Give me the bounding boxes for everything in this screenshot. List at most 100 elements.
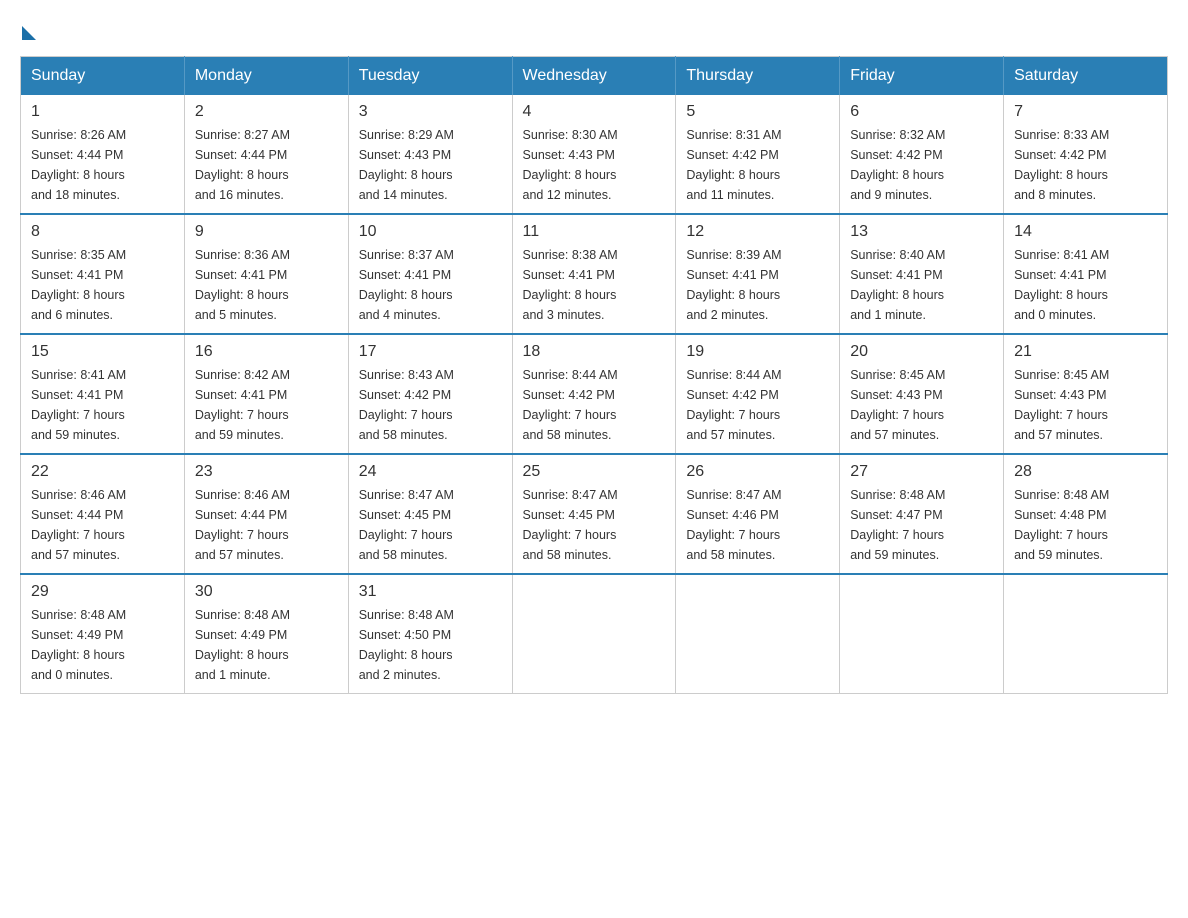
day-number: 2 [195, 103, 338, 121]
day-number: 7 [1014, 103, 1157, 121]
calendar-cell: 14 Sunrise: 8:41 AM Sunset: 4:41 PM Dayl… [1004, 214, 1168, 334]
day-info: Sunrise: 8:26 AM Sunset: 4:44 PM Dayligh… [31, 125, 174, 205]
day-number: 29 [31, 583, 174, 601]
calendar-cell: 5 Sunrise: 8:31 AM Sunset: 4:42 PM Dayli… [676, 95, 840, 214]
calendar-cell: 20 Sunrise: 8:45 AM Sunset: 4:43 PM Dayl… [840, 334, 1004, 454]
weekday-header-tuesday: Tuesday [348, 57, 512, 96]
calendar-cell: 8 Sunrise: 8:35 AM Sunset: 4:41 PM Dayli… [21, 214, 185, 334]
calendar-week-row: 15 Sunrise: 8:41 AM Sunset: 4:41 PM Dayl… [21, 334, 1168, 454]
day-info: Sunrise: 8:45 AM Sunset: 4:43 PM Dayligh… [850, 365, 993, 445]
day-info: Sunrise: 8:38 AM Sunset: 4:41 PM Dayligh… [523, 245, 666, 325]
day-number: 24 [359, 463, 502, 481]
calendar-cell: 23 Sunrise: 8:46 AM Sunset: 4:44 PM Dayl… [184, 454, 348, 574]
day-number: 20 [850, 343, 993, 361]
day-number: 6 [850, 103, 993, 121]
day-info: Sunrise: 8:29 AM Sunset: 4:43 PM Dayligh… [359, 125, 502, 205]
day-info: Sunrise: 8:48 AM Sunset: 4:47 PM Dayligh… [850, 485, 993, 565]
day-info: Sunrise: 8:37 AM Sunset: 4:41 PM Dayligh… [359, 245, 502, 325]
calendar-cell [676, 574, 840, 694]
day-info: Sunrise: 8:47 AM Sunset: 4:46 PM Dayligh… [686, 485, 829, 565]
day-info: Sunrise: 8:47 AM Sunset: 4:45 PM Dayligh… [359, 485, 502, 565]
calendar-cell: 3 Sunrise: 8:29 AM Sunset: 4:43 PM Dayli… [348, 95, 512, 214]
day-number: 10 [359, 223, 502, 241]
day-info: Sunrise: 8:41 AM Sunset: 4:41 PM Dayligh… [31, 365, 174, 445]
day-info: Sunrise: 8:27 AM Sunset: 4:44 PM Dayligh… [195, 125, 338, 205]
calendar-cell: 12 Sunrise: 8:39 AM Sunset: 4:41 PM Dayl… [676, 214, 840, 334]
calendar-cell: 29 Sunrise: 8:48 AM Sunset: 4:49 PM Dayl… [21, 574, 185, 694]
day-number: 17 [359, 343, 502, 361]
calendar-cell: 10 Sunrise: 8:37 AM Sunset: 4:41 PM Dayl… [348, 214, 512, 334]
day-number: 12 [686, 223, 829, 241]
day-number: 21 [1014, 343, 1157, 361]
calendar-cell: 30 Sunrise: 8:48 AM Sunset: 4:49 PM Dayl… [184, 574, 348, 694]
day-info: Sunrise: 8:36 AM Sunset: 4:41 PM Dayligh… [195, 245, 338, 325]
weekday-header-monday: Monday [184, 57, 348, 96]
day-info: Sunrise: 8:31 AM Sunset: 4:42 PM Dayligh… [686, 125, 829, 205]
calendar-cell: 1 Sunrise: 8:26 AM Sunset: 4:44 PM Dayli… [21, 95, 185, 214]
day-info: Sunrise: 8:39 AM Sunset: 4:41 PM Dayligh… [686, 245, 829, 325]
calendar-cell: 28 Sunrise: 8:48 AM Sunset: 4:48 PM Dayl… [1004, 454, 1168, 574]
day-number: 16 [195, 343, 338, 361]
calendar-cell: 27 Sunrise: 8:48 AM Sunset: 4:47 PM Dayl… [840, 454, 1004, 574]
calendar-cell: 31 Sunrise: 8:48 AM Sunset: 4:50 PM Dayl… [348, 574, 512, 694]
day-info: Sunrise: 8:43 AM Sunset: 4:42 PM Dayligh… [359, 365, 502, 445]
calendar-cell: 4 Sunrise: 8:30 AM Sunset: 4:43 PM Dayli… [512, 95, 676, 214]
day-number: 28 [1014, 463, 1157, 481]
day-number: 11 [523, 223, 666, 241]
calendar-cell: 24 Sunrise: 8:47 AM Sunset: 4:45 PM Dayl… [348, 454, 512, 574]
calendar-cell: 13 Sunrise: 8:40 AM Sunset: 4:41 PM Dayl… [840, 214, 1004, 334]
logo-triangle-icon [22, 26, 36, 40]
calendar-cell: 25 Sunrise: 8:47 AM Sunset: 4:45 PM Dayl… [512, 454, 676, 574]
day-info: Sunrise: 8:32 AM Sunset: 4:42 PM Dayligh… [850, 125, 993, 205]
weekday-header-friday: Friday [840, 57, 1004, 96]
day-info: Sunrise: 8:47 AM Sunset: 4:45 PM Dayligh… [523, 485, 666, 565]
day-info: Sunrise: 8:40 AM Sunset: 4:41 PM Dayligh… [850, 245, 993, 325]
calendar-cell: 19 Sunrise: 8:44 AM Sunset: 4:42 PM Dayl… [676, 334, 840, 454]
day-info: Sunrise: 8:33 AM Sunset: 4:42 PM Dayligh… [1014, 125, 1157, 205]
calendar-table: SundayMondayTuesdayWednesdayThursdayFrid… [20, 56, 1168, 694]
calendar-week-row: 22 Sunrise: 8:46 AM Sunset: 4:44 PM Dayl… [21, 454, 1168, 574]
calendar-cell: 15 Sunrise: 8:41 AM Sunset: 4:41 PM Dayl… [21, 334, 185, 454]
day-info: Sunrise: 8:48 AM Sunset: 4:49 PM Dayligh… [195, 605, 338, 685]
calendar-cell: 22 Sunrise: 8:46 AM Sunset: 4:44 PM Dayl… [21, 454, 185, 574]
calendar-cell: 7 Sunrise: 8:33 AM Sunset: 4:42 PM Dayli… [1004, 95, 1168, 214]
weekday-header-saturday: Saturday [1004, 57, 1168, 96]
calendar-cell: 16 Sunrise: 8:42 AM Sunset: 4:41 PM Dayl… [184, 334, 348, 454]
day-info: Sunrise: 8:46 AM Sunset: 4:44 PM Dayligh… [195, 485, 338, 565]
day-number: 23 [195, 463, 338, 481]
calendar-cell: 11 Sunrise: 8:38 AM Sunset: 4:41 PM Dayl… [512, 214, 676, 334]
day-number: 8 [31, 223, 174, 241]
weekday-header-thursday: Thursday [676, 57, 840, 96]
day-number: 25 [523, 463, 666, 481]
day-number: 5 [686, 103, 829, 121]
day-info: Sunrise: 8:41 AM Sunset: 4:41 PM Dayligh… [1014, 245, 1157, 325]
day-number: 4 [523, 103, 666, 121]
calendar-cell [840, 574, 1004, 694]
day-number: 26 [686, 463, 829, 481]
calendar-cell: 18 Sunrise: 8:44 AM Sunset: 4:42 PM Dayl… [512, 334, 676, 454]
day-info: Sunrise: 8:45 AM Sunset: 4:43 PM Dayligh… [1014, 365, 1157, 445]
day-info: Sunrise: 8:35 AM Sunset: 4:41 PM Dayligh… [31, 245, 174, 325]
calendar-cell: 21 Sunrise: 8:45 AM Sunset: 4:43 PM Dayl… [1004, 334, 1168, 454]
day-number: 15 [31, 343, 174, 361]
day-number: 18 [523, 343, 666, 361]
day-number: 1 [31, 103, 174, 121]
calendar-cell: 9 Sunrise: 8:36 AM Sunset: 4:41 PM Dayli… [184, 214, 348, 334]
day-info: Sunrise: 8:48 AM Sunset: 4:50 PM Dayligh… [359, 605, 502, 685]
day-info: Sunrise: 8:48 AM Sunset: 4:48 PM Dayligh… [1014, 485, 1157, 565]
calendar-week-row: 1 Sunrise: 8:26 AM Sunset: 4:44 PM Dayli… [21, 95, 1168, 214]
calendar-week-row: 8 Sunrise: 8:35 AM Sunset: 4:41 PM Dayli… [21, 214, 1168, 334]
calendar-cell: 17 Sunrise: 8:43 AM Sunset: 4:42 PM Dayl… [348, 334, 512, 454]
weekday-header-row: SundayMondayTuesdayWednesdayThursdayFrid… [21, 57, 1168, 96]
day-info: Sunrise: 8:44 AM Sunset: 4:42 PM Dayligh… [686, 365, 829, 445]
day-number: 9 [195, 223, 338, 241]
calendar-cell: 6 Sunrise: 8:32 AM Sunset: 4:42 PM Dayli… [840, 95, 1004, 214]
day-number: 14 [1014, 223, 1157, 241]
calendar-cell [512, 574, 676, 694]
calendar-cell [1004, 574, 1168, 694]
weekday-header-sunday: Sunday [21, 57, 185, 96]
day-info: Sunrise: 8:30 AM Sunset: 4:43 PM Dayligh… [523, 125, 666, 205]
page-header [20, 20, 1168, 36]
day-info: Sunrise: 8:42 AM Sunset: 4:41 PM Dayligh… [195, 365, 338, 445]
weekday-header-wednesday: Wednesday [512, 57, 676, 96]
